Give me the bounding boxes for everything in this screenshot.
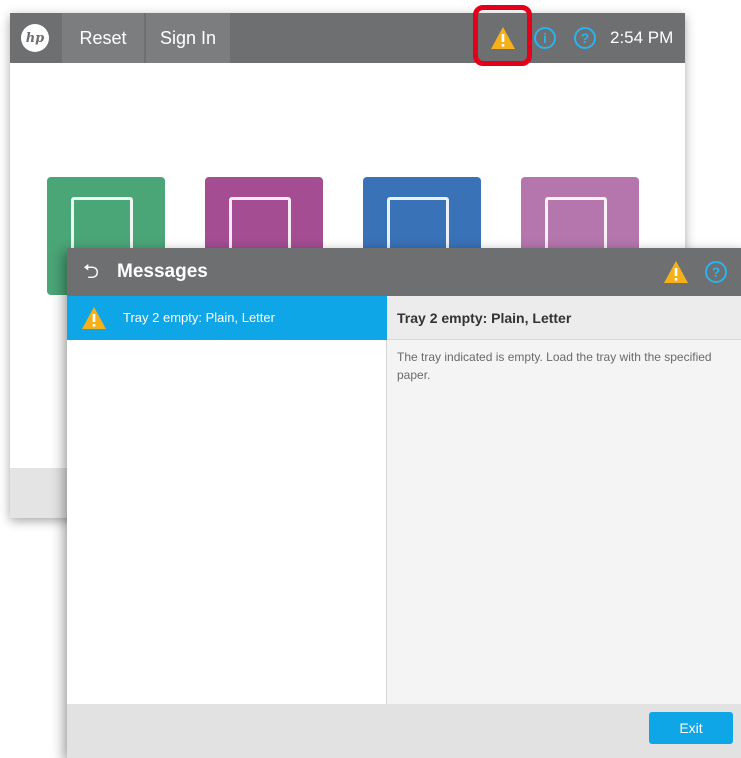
warning-icon[interactable] [490,26,516,50]
print-glyph [387,197,449,253]
detail-title-bar: Tray 2 empty: Plain, Letter [387,296,741,340]
back-icon[interactable]: ⮌ [83,260,105,282]
message-list-item[interactable]: Tray 2 empty: Plain, Letter [67,296,387,340]
hp-logo[interactable]: hp [21,24,49,52]
warning-icon [82,307,106,329]
messages-dialog: ⮌ Messages ? Tray 2 empty: Plain, Letter… [67,248,741,758]
dialog-header: ⮌ Messages ? [67,248,741,296]
home-top-bar: hp Reset Sign In i ? 2:54 PM [10,5,685,66]
dialog-footer: Exit [67,704,741,758]
help-icon[interactable]: ? [574,27,596,49]
info-icon[interactable]: i [534,27,556,49]
copy-glyph [71,197,133,253]
detail-body: The tray indicated is empty. Load the tr… [397,350,712,382]
message-list: Tray 2 empty: Plain, Letter [67,296,387,704]
help-icon[interactable]: ? [705,261,727,283]
reset-button[interactable]: Reset [62,13,144,63]
exit-button[interactable]: Exit [649,712,733,744]
scan-glyph [229,197,291,253]
sign-in-button[interactable]: Sign In [146,13,230,63]
dialog-title: Messages [117,261,208,282]
message-detail-pane: Tray 2 empty: Plain, Letter The tray ind… [387,296,741,704]
message-label: Tray 2 empty: Plain, Letter [123,310,275,325]
detail-title: Tray 2 empty: Plain, Letter [397,310,572,326]
fax-glyph [545,197,607,253]
warning-icon[interactable] [663,260,689,284]
clock-time: 2:54 PM [610,28,674,47]
